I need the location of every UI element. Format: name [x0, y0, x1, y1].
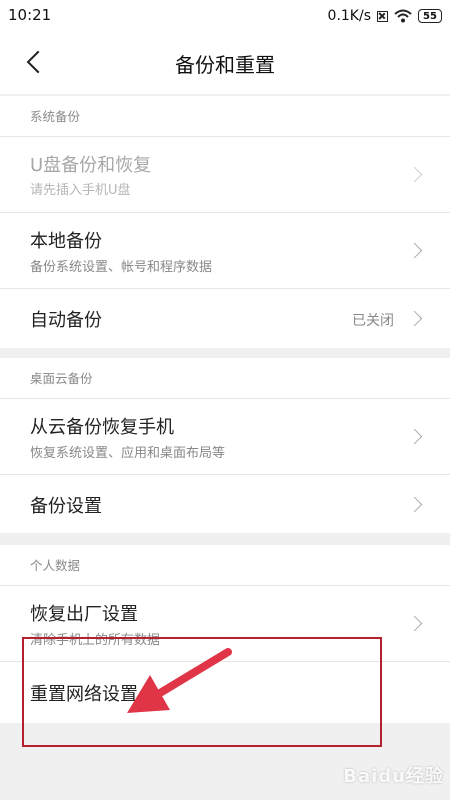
factory-reset-item[interactable]: 恢复出厂设置 清除手机上的所有数据 [0, 585, 450, 661]
status-time: 10:21 [8, 6, 52, 24]
section-header: 个人数据 [30, 558, 81, 573]
chevron-right-icon [406, 242, 423, 259]
item-title: 备份设置 [30, 496, 102, 517]
section-cloud-backup: 桌面云备份 从云备份恢复手机 恢复系统设置、应用和桌面布局等 备份设置 [0, 358, 450, 533]
item-title: 本地备份 [30, 231, 102, 252]
status-bar: 10:21 0.1K/s 55 [0, 0, 450, 32]
section-header: 桌面云备份 [30, 371, 93, 386]
chevron-right-icon [406, 428, 423, 445]
status-icons: 0.1K/s 55 [328, 6, 442, 26]
section-personal-data: 个人数据 恢复出厂设置 清除手机上的所有数据 重置网络设置 [0, 545, 450, 723]
item-subtitle: 请先插入手机U盘 [30, 183, 131, 198]
local-backup-item[interactable]: 本地备份 备份系统设置、帐号和程序数据 [0, 212, 450, 288]
reset-network-settings-item[interactable]: 重置网络设置 [0, 661, 450, 723]
sim-off-icon [377, 10, 388, 22]
backup-settings-item[interactable]: 备份设置 [0, 474, 450, 534]
auto-backup-status: 已关闭 [352, 313, 394, 329]
item-subtitle: 备份系统设置、帐号和程序数据 [30, 260, 213, 275]
item-subtitle: 恢复系统设置、应用和桌面布局等 [30, 446, 226, 461]
restore-from-cloud-item[interactable]: 从云备份恢复手机 恢复系统设置、应用和桌面布局等 [0, 398, 450, 474]
item-title: 从云备份恢复手机 [30, 417, 174, 438]
item-subtitle: 清除手机上的所有数据 [30, 633, 161, 648]
title-bar: 备份和重置 [0, 32, 450, 94]
chevron-right-icon [406, 166, 423, 183]
auto-backup-item[interactable]: 自动备份 已关闭 [0, 288, 450, 348]
chevron-right-icon [406, 615, 423, 632]
item-title: 恢复出厂设置 [30, 604, 138, 625]
section-header: 系统备份 [30, 109, 81, 124]
chevron-right-icon [406, 310, 423, 327]
item-title: 自动备份 [30, 310, 102, 331]
section-system-backup: 系统备份 U盘备份和恢复 请先插入手机U盘 本地备份 备份系统设置、帐号和程序数… [0, 96, 450, 348]
wifi-icon [394, 9, 412, 23]
usb-backup-restore-item[interactable]: U盘备份和恢复 请先插入手机U盘 [0, 136, 450, 212]
item-title: U盘备份和恢复 [30, 155, 152, 176]
watermark: Baidu经验 [343, 766, 444, 787]
battery-icon: 55 [418, 9, 442, 23]
network-speed: 0.1K/s [327, 8, 371, 24]
page-title: 备份和重置 [175, 53, 275, 77]
item-title: 重置网络设置 [30, 684, 138, 705]
chevron-right-icon [406, 496, 423, 513]
